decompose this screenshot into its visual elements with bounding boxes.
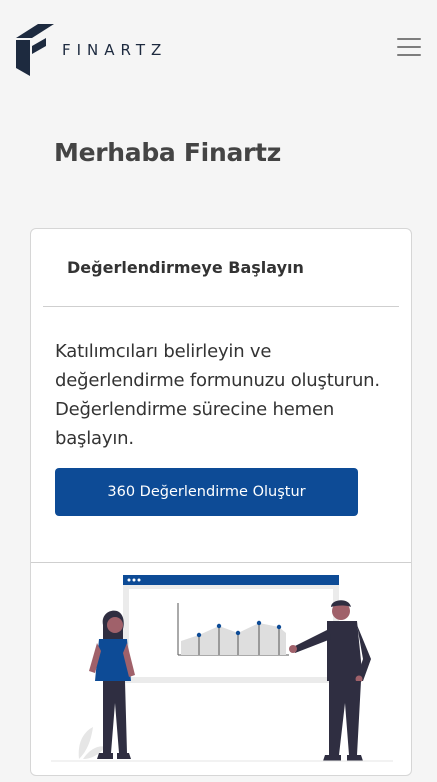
start-evaluation-card: Değerlendirmeye Başlayın Katılımcıları b… <box>30 228 412 776</box>
card-description: Katılımcıları belirleyin ve değerlendirm… <box>55 337 387 453</box>
brand-logo[interactable]: FINARTZ <box>16 24 167 76</box>
top-bar: FINARTZ <box>0 0 437 96</box>
page-title: Merhaba Finartz <box>54 138 281 167</box>
description-line-1: Katılımcıları belirleyin ve değerlendirm… <box>55 341 380 391</box>
create-360-evaluation-button[interactable]: 360 Değerlendirme Oluştur <box>55 468 358 516</box>
finartz-logo-icon <box>16 24 54 76</box>
brand-name: FINARTZ <box>62 41 168 59</box>
description-line-2: Değerlendirme sürecine hemen başlayın. <box>55 399 335 449</box>
presentation-chart-illustration <box>51 575 393 762</box>
card-header: Değerlendirmeye Başlayın <box>43 229 399 307</box>
card-title: Değerlendirmeye Başlayın <box>67 258 304 277</box>
card-body: Katılımcıları belirleyin ve değerlendirm… <box>31 307 411 563</box>
hamburger-menu-icon[interactable] <box>397 38 421 56</box>
